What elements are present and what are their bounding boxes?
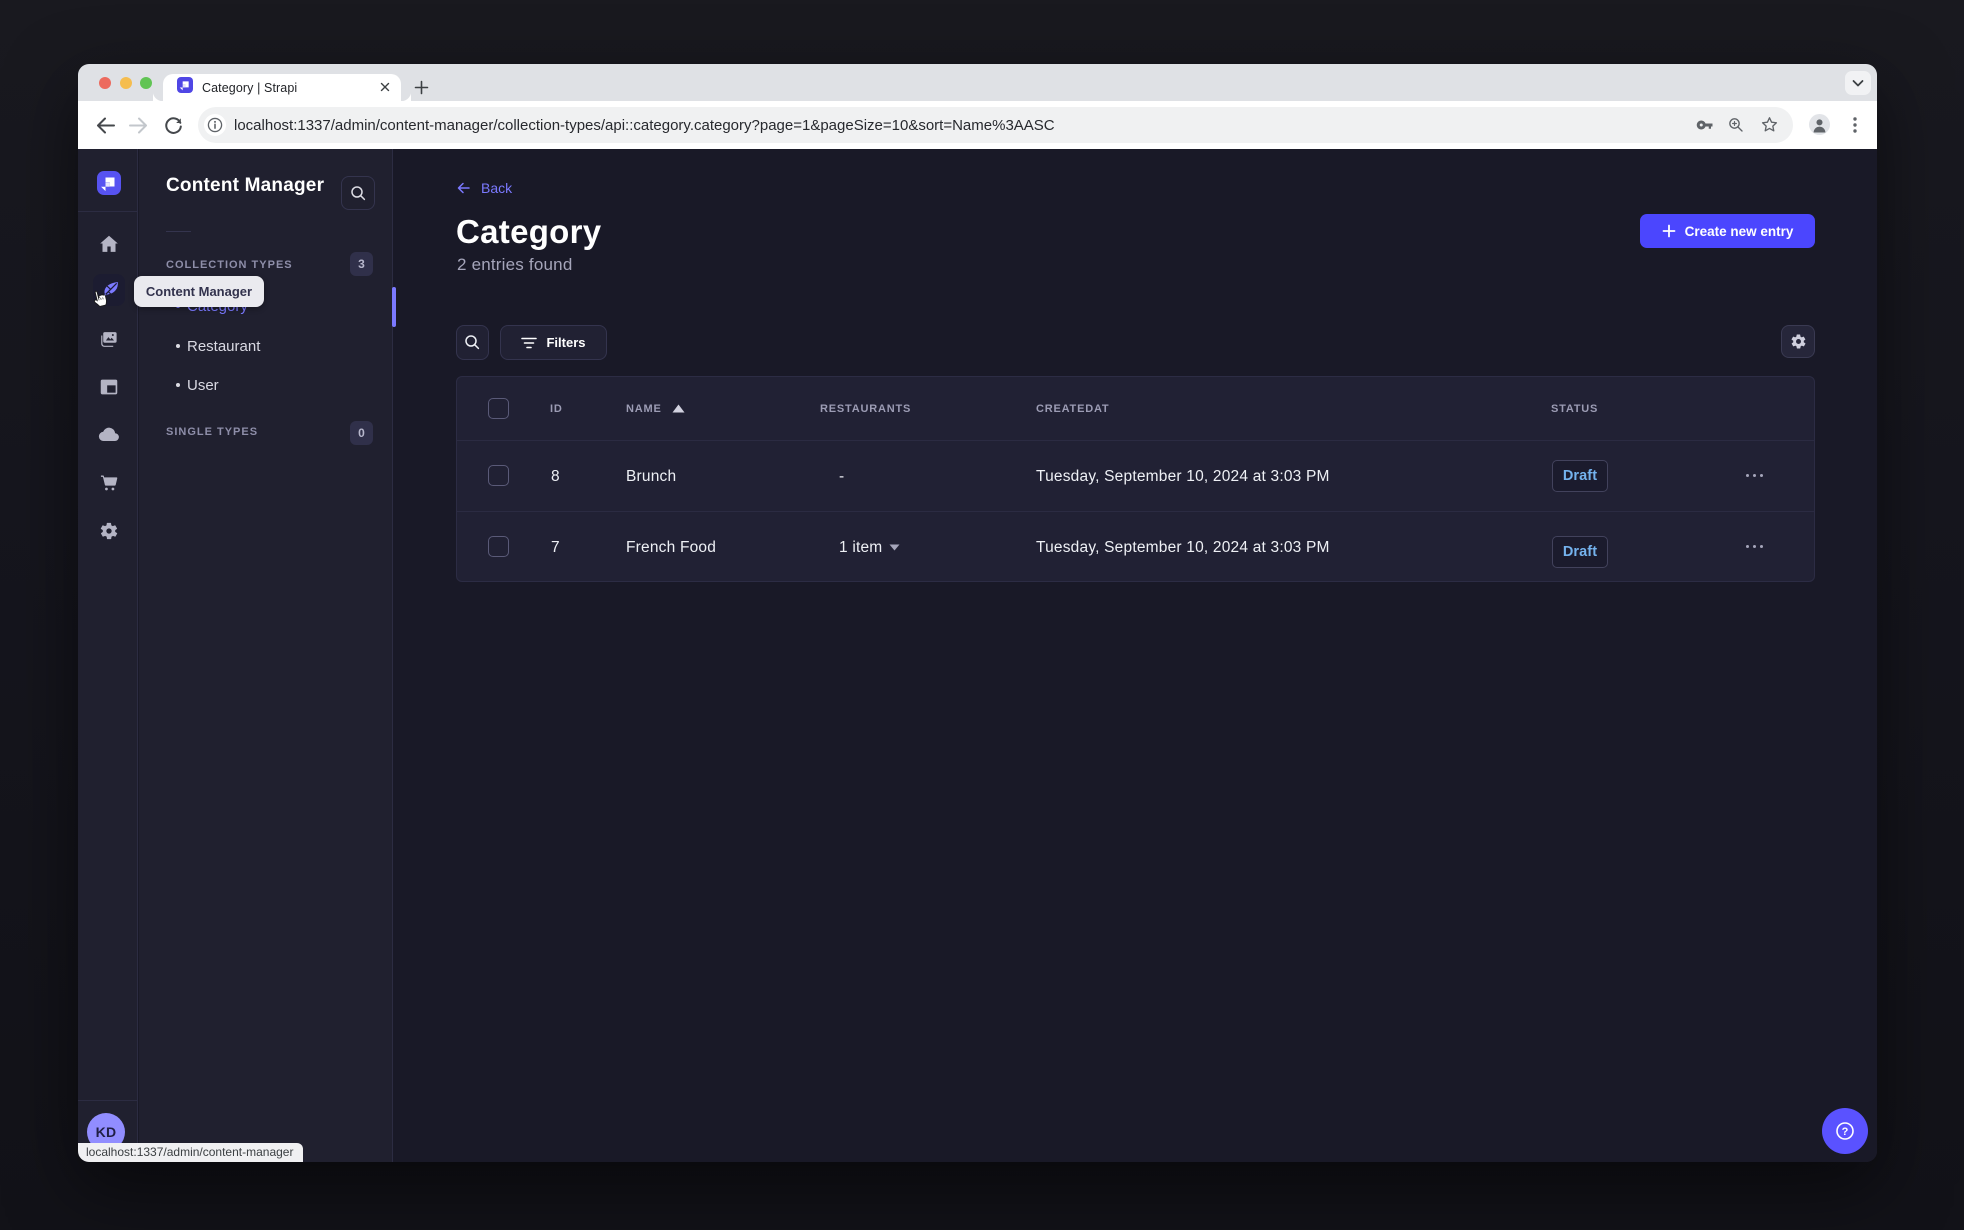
svg-text:?: ? xyxy=(1842,1126,1849,1138)
